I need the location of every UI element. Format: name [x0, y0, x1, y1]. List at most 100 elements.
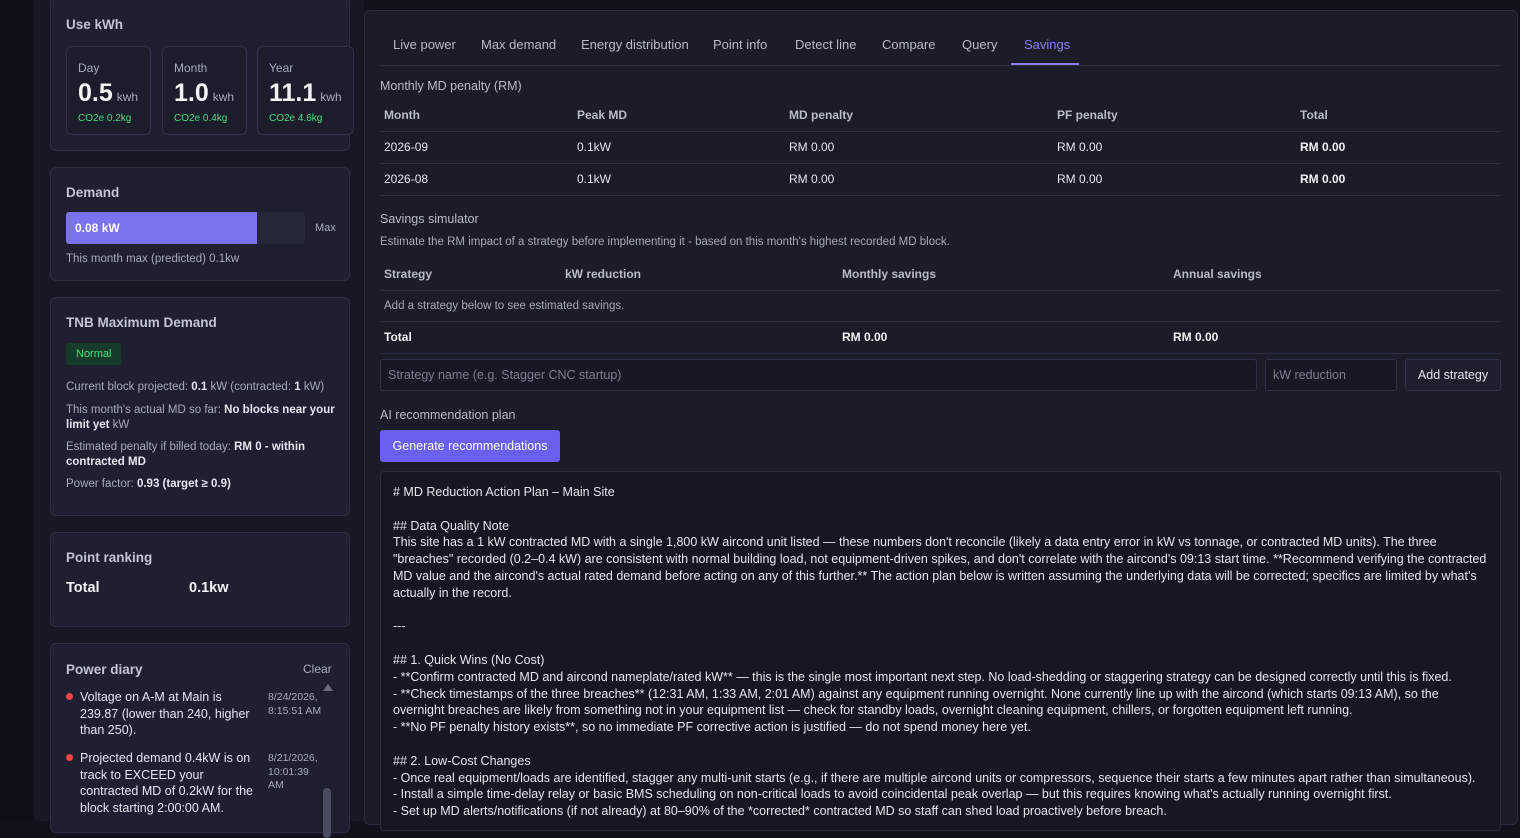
tnb-line4-bold: 0.93 (target ≥ 0.9): [136, 478, 231, 490]
tab-compare[interactable]: Compare: [882, 37, 935, 66]
plan-line: [393, 635, 1488, 652]
tab-live-power[interactable]: Live power: [393, 37, 456, 66]
total-monthly: RM 0.00: [838, 321, 1169, 354]
plan-line: # MD Reduction Action Plan – Main Site: [393, 485, 615, 499]
plan-line: - **No PF penalty history exists**, so n…: [393, 720, 1031, 735]
plan-line: - Install a simple time-delay relay or b…: [393, 787, 1392, 802]
table-cell: 2026-09: [380, 131, 573, 164]
tnb-line4-prefix: Power factor:: [66, 478, 137, 490]
simulator-table: Strategy kW reduction Monthly savings An…: [380, 258, 1501, 354]
use-kwh-card: Use kWh Day 0.5 kwh CO2e 0.2kg Month 1.0 k…: [50, 0, 354, 151]
demand-title: Demand: [66, 185, 120, 200]
generate-recommendations-button[interactable]: Generate recommendations: [380, 430, 560, 462]
strategy-name-input[interactable]: Strategy name (e.g. Stagger CNC startup): [380, 359, 1257, 391]
use-kwh-day-value-wrap: 0.5 kwh: [78, 79, 138, 108]
table-header-row: Month Peak MD MD penalty PF penalty Tota…: [380, 99, 1501, 132]
tnb-line3-prefix: Estimated penalty if billed today:: [66, 441, 235, 453]
use-kwh-day-unit: kwh: [116, 90, 139, 104]
scrollbar-thumb[interactable]: [323, 788, 331, 838]
use-kwh-month-value: 1.0: [174, 79, 209, 107]
total-label: Total: [380, 321, 561, 354]
column-header: Peak MD: [573, 99, 785, 132]
column-header: Annual savings: [1169, 258, 1501, 291]
table-cell: 0.1kW: [573, 131, 785, 164]
demand-subtitle: This month max (predicted) 0.1kw: [66, 253, 240, 265]
tab-energy-distribution[interactable]: Energy distribution: [581, 37, 689, 66]
recommendation-plan-text: # MD Reduction Action Plan – Main Site #…: [380, 471, 1501, 831]
use-kwh-year-value-wrap: 11.1 kwh: [269, 79, 342, 108]
demand-max-label: Max: [315, 222, 336, 234]
table-row: Total RM 0.00 RM 0.00: [380, 321, 1501, 354]
list-item: Projected demand 0.4kW is on track to EX…: [66, 750, 331, 830]
power-diary-card: Power diary Clear Voltage on A-M at Main…: [50, 643, 350, 838]
table-header-row: Strategy kW reduction Monthly savings An…: [380, 258, 1501, 291]
table-row: Add a strategy below to see estimated sa…: [380, 290, 1501, 322]
demand-card: Demand 0.08 kW Max This month max (predi…: [50, 167, 350, 281]
table-cell: [561, 321, 838, 354]
plan-line: ## Data Quality Note: [393, 518, 510, 533]
simulator-description: Estimate the RM impact of a strategy bef…: [380, 236, 950, 248]
use-kwh-month-label: Month: [174, 61, 208, 75]
scrollbar[interactable]: [322, 696, 332, 838]
tnb-title: TNB Maximum Demand: [66, 315, 217, 330]
use-kwh-month-co2: CO2e 0.4kg: [174, 113, 228, 124]
tnb-line1-prefix: Current block projected:: [66, 381, 192, 393]
ai-title: AI recommendation plan: [380, 408, 516, 422]
simulator-title: Savings simulator: [380, 212, 479, 226]
use-kwh-month: Month 1.0 kwh CO2e 0.4kg: [162, 46, 247, 135]
left-gutter: [0, 0, 34, 821]
plan-line: [393, 602, 1488, 619]
use-kwh-day: Day 0.5 kwh CO2e 0.2kg: [66, 46, 151, 135]
use-kwh-day-co2: CO2e 0.2kg: [78, 113, 132, 124]
use-kwh-year-label: Year: [269, 61, 294, 75]
table-cell: RM 0.00: [785, 131, 1053, 164]
plan-line: - Set up MD alerts/notifications (if not…: [393, 804, 1167, 819]
alert-dot-icon: [66, 754, 73, 761]
tab-max-demand[interactable]: Max demand: [481, 37, 556, 66]
tnb-power-factor: Power factor: 0.93 (target ≥ 0.9): [66, 477, 336, 492]
plan-line: - Once real equipment/loads are identifi…: [393, 770, 1476, 785]
tnb-line2-suffix: kW: [109, 419, 130, 431]
use-kwh-month-value-wrap: 1.0 kwh: [174, 79, 234, 108]
empty-state-text: Add a strategy below to see estimated sa…: [380, 290, 1501, 322]
table-cell: RM 0.00: [1296, 163, 1501, 196]
ranking-title: Point ranking: [66, 550, 153, 565]
plan-line: [393, 736, 1488, 753]
column-header: MD penalty: [785, 99, 1053, 132]
table-cell: RM 0.00: [1053, 163, 1296, 196]
table-row: 2026-08 0.1kW RM 0.00 RM 0.00 RM 0.00: [380, 163, 1501, 196]
kw-reduction-input[interactable]: kW reduction: [1265, 359, 1397, 391]
column-header: Month: [380, 99, 573, 132]
tnb-line2-prefix: This month's actual MD so far:: [66, 404, 225, 416]
use-kwh-day-label: Day: [78, 61, 100, 75]
plan-line: [393, 501, 1488, 518]
use-kwh-year-co2: CO2e 4.6kg: [269, 113, 323, 124]
plan-line: This site has a 1 kW contracted MD with …: [393, 535, 1487, 600]
clear-button[interactable]: Clear: [303, 662, 332, 676]
table-cell: 0.1kW: [573, 163, 785, 196]
use-kwh-title: Use kWh: [66, 17, 124, 32]
column-header: Total: [1296, 99, 1501, 132]
column-header: Strategy: [380, 258, 561, 291]
tab-point-info[interactable]: Point info: [713, 37, 767, 66]
tnb-current-block: Current block projected: 0.1 kW (contrac…: [66, 380, 336, 395]
use-kwh-year-value: 11.1: [269, 79, 317, 107]
plan-line: ---: [393, 619, 406, 634]
demand-bar-fill: 0.08 kW: [66, 212, 258, 244]
scroll-up-icon[interactable]: [323, 684, 333, 691]
list-item: Voltage on A-M at Main is 239.87 (lower …: [66, 689, 331, 749]
tnb-md-card: TNB Maximum Demand Normal Current block …: [50, 297, 350, 516]
add-strategy-button[interactable]: Add strategy: [1405, 359, 1501, 391]
column-header: PF penalty: [1053, 99, 1296, 132]
tab-query[interactable]: Query: [962, 37, 997, 66]
tab-detect-line[interactable]: Detect line: [795, 37, 856, 66]
point-ranking-card: Point ranking Total 0.1kw: [50, 532, 350, 627]
tab-savings[interactable]: Savings: [1024, 37, 1070, 66]
table-row: 2026-09 0.1kW RM 0.00 RM 0.00 RM 0.00: [380, 131, 1501, 164]
table-cell: RM 0.00: [785, 163, 1053, 196]
diary-title: Power diary: [66, 662, 143, 677]
plan-line: ## 1. Quick Wins (No Cost): [393, 652, 545, 667]
alert-dot-icon: [66, 693, 73, 700]
column-header: Monthly savings: [838, 258, 1169, 291]
tnb-line1-suffix: kW): [300, 381, 325, 393]
